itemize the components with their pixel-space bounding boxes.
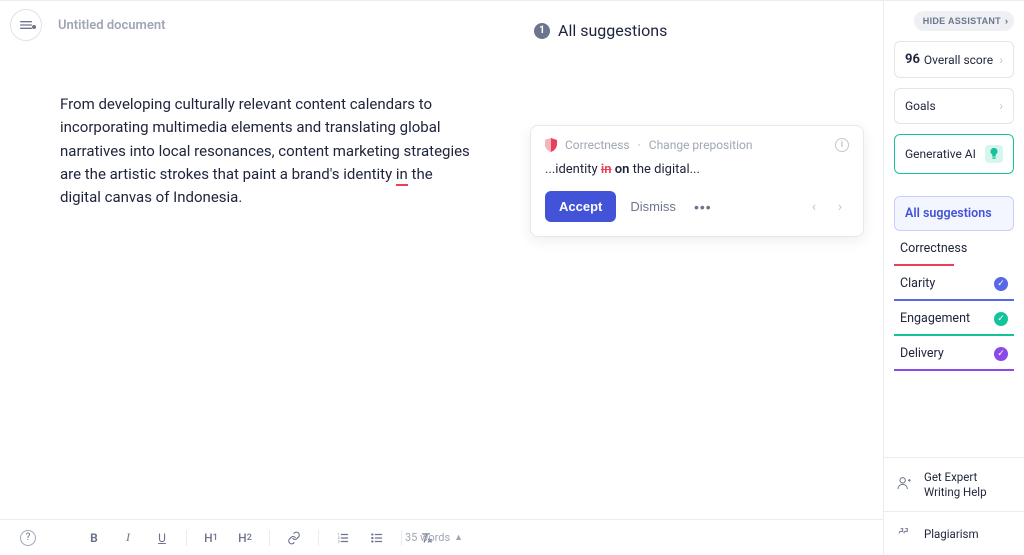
- category-delivery[interactable]: Delivery ✓: [894, 336, 1014, 371]
- hide-assistant-button[interactable]: HIDE ASSISTANT ››: [914, 11, 1014, 31]
- next-suggestion-button[interactable]: ›: [831, 199, 849, 215]
- more-button[interactable]: •••: [690, 194, 716, 220]
- accept-button[interactable]: Accept: [545, 191, 616, 222]
- numbered-list-button[interactable]: 123: [331, 526, 355, 550]
- chevron-right-icon: ›: [999, 53, 1003, 67]
- generative-ai-label: Generative AI: [905, 147, 976, 161]
- top-bar: Untitled document 1 All suggestions: [0, 1, 883, 49]
- expert-help-line1: Get Expert: [924, 470, 987, 484]
- chevron-right-icon: ›: [999, 99, 1003, 113]
- bullet-list-button[interactable]: [365, 526, 389, 550]
- suggestion-actions: Accept Dismiss ••• ‹ ›: [531, 191, 863, 236]
- suggestions-count-badge: 1: [534, 23, 550, 39]
- overall-score-card[interactable]: 96 Overall score ›: [894, 41, 1014, 78]
- separator: ·: [638, 138, 641, 152]
- category-label: All suggestions: [905, 206, 992, 221]
- hide-assistant-label: HIDE ASSISTANT: [923, 16, 1001, 26]
- category-label: Clarity: [900, 276, 935, 291]
- suggestion-category-label: Correctness: [565, 138, 630, 152]
- suggestions-header: 1 All suggestions: [534, 21, 667, 40]
- suggestions-header-label: All suggestions: [558, 21, 667, 40]
- goals-label: Goals: [905, 99, 936, 113]
- suggestion-card-header: Correctness · Change preposition i: [531, 126, 863, 158]
- plagiarism-label: Plagiarism: [924, 527, 979, 541]
- category-label: Engagement: [900, 311, 970, 326]
- help-button[interactable]: ?: [16, 526, 40, 550]
- suggestion-card: Correctness · Change preposition i ...id…: [530, 125, 864, 237]
- category-label: Correctness: [900, 241, 967, 256]
- diff-before: ...identity: [545, 162, 601, 177]
- lightbulb-icon: [985, 145, 1003, 163]
- check-icon: ✓: [994, 312, 1008, 326]
- quote-icon: [896, 524, 914, 543]
- bottom-toolbar: ? B I U H1 H2 123 35 words: [0, 519, 883, 555]
- category-correctness[interactable]: Correctness: [894, 231, 1014, 266]
- category-clarity[interactable]: Clarity ✓: [894, 266, 1014, 301]
- chevron-up-icon: ▲: [454, 532, 463, 543]
- plagiarism-button[interactable]: Plagiarism: [884, 511, 1024, 555]
- suggestion-diff: ...identity in on the digital...: [531, 158, 863, 191]
- overall-score-label: Overall score: [924, 53, 993, 67]
- main-column: Untitled document 1 All suggestions From…: [0, 0, 884, 555]
- info-icon[interactable]: i: [835, 138, 849, 152]
- h1-button[interactable]: H1: [199, 526, 223, 550]
- italic-button[interactable]: I: [116, 526, 140, 550]
- diff-replacement: on: [615, 162, 630, 177]
- menu-button[interactable]: [10, 9, 42, 41]
- category-list: All suggestions Correctness Clarity ✓ En…: [894, 196, 1014, 371]
- goals-card[interactable]: Goals ›: [894, 88, 1014, 124]
- category-engagement[interactable]: Engagement ✓: [894, 301, 1014, 336]
- document-title[interactable]: Untitled document: [58, 18, 165, 33]
- link-button[interactable]: [282, 526, 306, 550]
- underline-button[interactable]: U: [150, 526, 174, 550]
- diff-strike: in: [601, 162, 612, 177]
- svg-text:3: 3: [338, 539, 340, 543]
- word-count[interactable]: 35 words ▲: [405, 531, 463, 544]
- suggestion-rule-label: Change preposition: [649, 138, 753, 152]
- editor-body[interactable]: From developing culturally relevant cont…: [0, 49, 472, 209]
- prev-suggestion-button[interactable]: ‹: [805, 199, 823, 215]
- overall-score-number: 96: [905, 52, 920, 67]
- sidebar-bottom: Get Expert Writing Help Plagiarism: [884, 457, 1024, 555]
- person-icon: [896, 475, 914, 494]
- suggestion-nav: ‹ ›: [805, 199, 849, 215]
- assistant-sidebar: HIDE ASSISTANT ›› 96 Overall score › Goa…: [884, 0, 1024, 555]
- category-all-suggestions[interactable]: All suggestions: [894, 196, 1014, 231]
- expert-help-line2: Writing Help: [924, 485, 987, 499]
- check-icon: ✓: [994, 347, 1008, 361]
- bold-button[interactable]: B: [82, 526, 106, 550]
- dismiss-button[interactable]: Dismiss: [624, 191, 682, 222]
- shield-icon: [545, 138, 557, 152]
- expert-help-button[interactable]: Get Expert Writing Help: [884, 458, 1024, 511]
- word-count-label: 35 words: [405, 531, 450, 544]
- generative-ai-card[interactable]: Generative AI: [894, 134, 1014, 174]
- check-icon: ✓: [994, 277, 1008, 291]
- diff-after: the digital...: [629, 162, 699, 177]
- h2-button[interactable]: H2: [233, 526, 257, 550]
- category-label: Delivery: [900, 346, 944, 361]
- editor-error-word[interactable]: in: [396, 165, 408, 186]
